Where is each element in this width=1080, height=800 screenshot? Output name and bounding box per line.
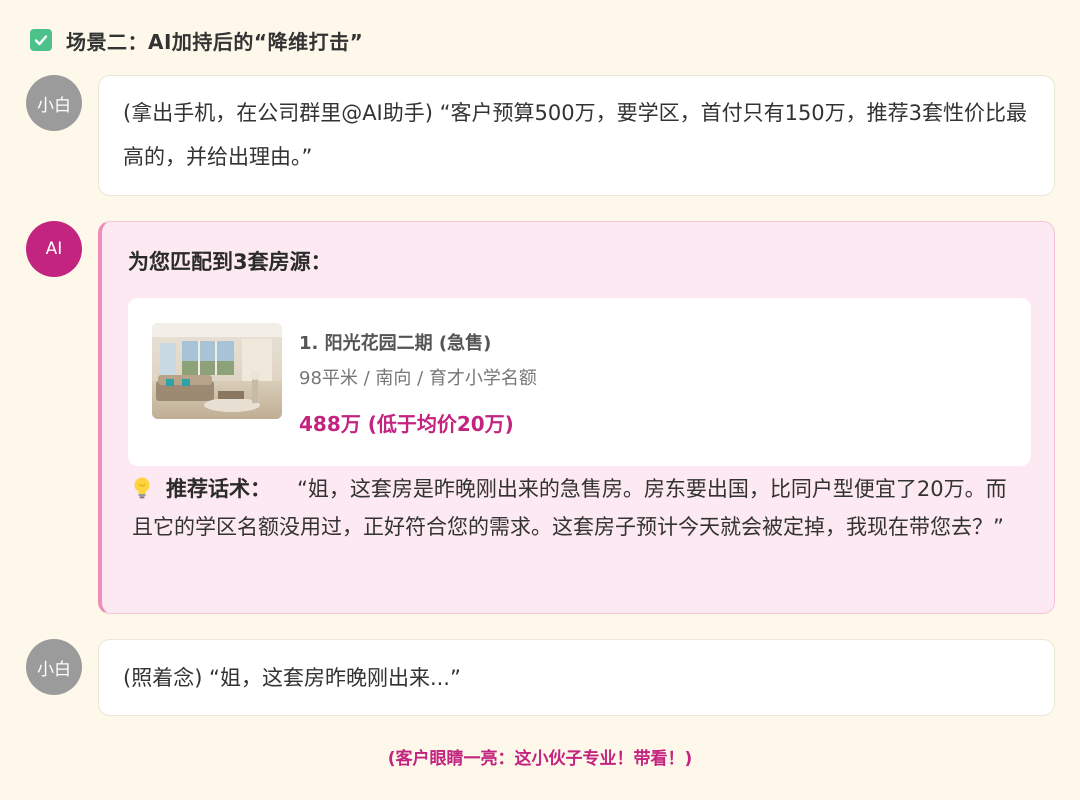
light-bulb-icon [132, 474, 152, 499]
ai-message-bubble: 为您匹配到3套房源： 1. 阳光花园二期 (急售) 98平米 / 南向 / 育才… [98, 221, 1055, 614]
house-card[interactable]: 1. 阳光花园二期 (急售) 98平米 / 南向 / 育才小学名额 488万 (… [128, 298, 1031, 466]
message-bubble: (照着念) “姐，这套房昨晚刚出来...” [98, 639, 1055, 716]
house-name: 1. 阳光花园二期 (急售) [299, 333, 492, 354]
house-meta: 98平米 / 南向 / 育才小学名额 [299, 368, 537, 389]
scene-title: 场景二：AI加持后的“降维打击” [66, 29, 364, 54]
message-text: (拿出手机，在公司群里@AI助手) “客户预算500万，要学区，首付只有150万… [123, 101, 1028, 169]
message-text: (照着念) “姐，这套房昨晚刚出来...” [123, 666, 461, 690]
ai-heading: 为您匹配到3套房源： [128, 250, 332, 274]
scene-header: 场景二：AI加持后的“降维打击” [30, 22, 363, 58]
avatar-xiaobai: 小白 [26, 639, 82, 695]
footer-note: (客户眼睛一亮：这小伙子专业！带看！) [387, 749, 693, 769]
living-room-photo [152, 323, 282, 419]
recommended-pitch: 推荐话术： “姐，这套房是昨晚刚出来的急售房。房东要出国，比同户型便宜了20万。而… [132, 470, 1022, 546]
avatar-xiaobai: 小白 [26, 75, 82, 131]
check-box-icon [30, 29, 52, 51]
house-price: 488万 (低于均价20万) [299, 412, 514, 436]
message-bubble: (拿出手机，在公司群里@AI助手) “客户预算500万，要学区，首付只有150万… [98, 75, 1055, 196]
pitch-label: 推荐话术： [166, 477, 271, 501]
avatar-ai: AI [26, 221, 82, 277]
